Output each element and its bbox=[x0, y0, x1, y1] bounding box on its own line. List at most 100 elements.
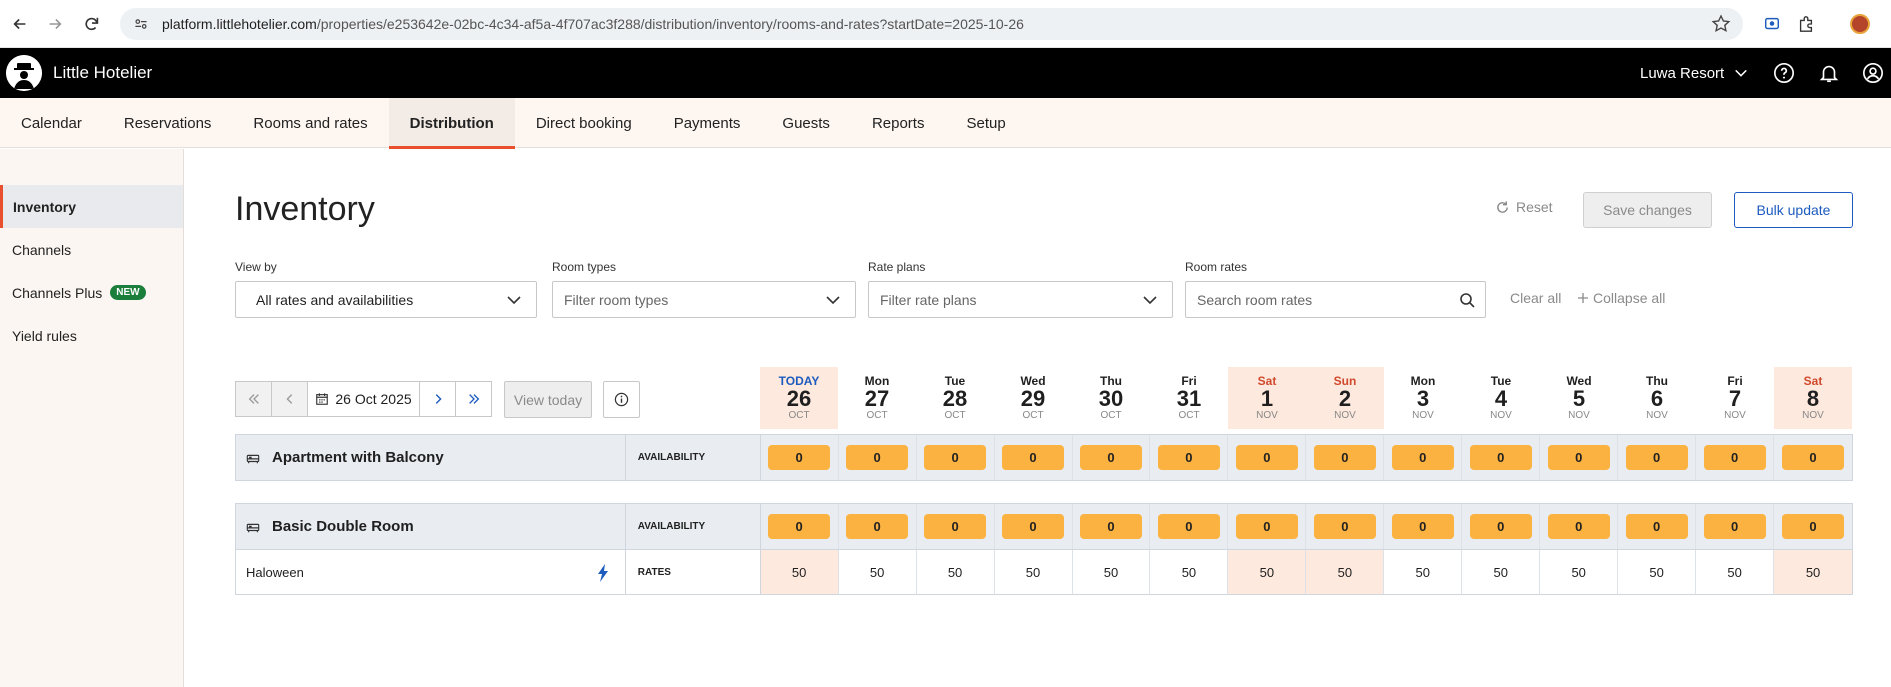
bookmark-star-icon[interactable] bbox=[1711, 14, 1731, 34]
lightning-bolt-icon[interactable] bbox=[597, 564, 609, 582]
tab-direct-booking[interactable]: Direct booking bbox=[515, 98, 653, 148]
reload-icon[interactable] bbox=[75, 7, 109, 41]
rate-cell[interactable]: 50 bbox=[916, 550, 995, 594]
availability-pill[interactable]: 0 bbox=[846, 514, 909, 539]
tab-reports[interactable]: Reports bbox=[851, 98, 946, 148]
rate-cell[interactable]: 50 bbox=[1306, 550, 1385, 594]
day-number: 26 bbox=[786, 386, 812, 411]
sidebar-item-channels[interactable]: Channels bbox=[0, 228, 183, 271]
availability-pill[interactable]: 0 bbox=[1235, 514, 1298, 539]
rate-cell[interactable]: 50 bbox=[1462, 550, 1541, 594]
availability-pill[interactable]: 0 bbox=[1547, 514, 1610, 539]
rate-cell[interactable]: 50 bbox=[1696, 550, 1775, 594]
tab-guests[interactable]: Guests bbox=[761, 98, 851, 148]
rate-cell[interactable]: 50 bbox=[994, 550, 1073, 594]
availability-pill[interactable]: 0 bbox=[1625, 445, 1688, 470]
search-icon[interactable] bbox=[1459, 292, 1475, 308]
availability-pill[interactable]: 0 bbox=[1079, 514, 1142, 539]
rate-cell[interactable]: 50 bbox=[1384, 550, 1463, 594]
availability-pill[interactable]: 0 bbox=[1079, 445, 1142, 470]
availability-pill[interactable]: 0 bbox=[1391, 514, 1454, 539]
room-name-cell[interactable]: Apartment with Balcony bbox=[236, 435, 626, 480]
clear-all-link[interactable]: Clear all bbox=[1510, 290, 1561, 306]
tab-rooms-and-rates[interactable]: Rooms and rates bbox=[232, 98, 388, 148]
availability-pill[interactable]: 0 bbox=[1002, 514, 1065, 539]
availability-pill[interactable]: 0 bbox=[1313, 514, 1376, 539]
notifications-bell-icon[interactable] bbox=[1817, 61, 1841, 85]
rate-cell[interactable]: 50 bbox=[760, 550, 839, 594]
forward-icon[interactable] bbox=[38, 7, 72, 41]
info-button[interactable] bbox=[603, 381, 640, 418]
availability-pill[interactable]: 0 bbox=[1002, 445, 1065, 470]
view-by-select[interactable]: All rates and availabilities bbox=[235, 281, 537, 318]
availability-pill[interactable]: 0 bbox=[924, 514, 987, 539]
address-bar[interactable]: platform.littlehotelier.com/properties/e… bbox=[120, 8, 1743, 40]
availability-pill[interactable]: 0 bbox=[1157, 514, 1220, 539]
collapse-all-link[interactable]: Collapse all bbox=[1577, 290, 1665, 306]
room-rates-search[interactable] bbox=[1185, 281, 1486, 318]
next-day-button[interactable] bbox=[419, 381, 456, 417]
sidebar-item-channels-plus[interactable]: Channels Plus NEW bbox=[0, 271, 183, 314]
rate-plans-select[interactable]: Filter rate plans bbox=[868, 281, 1173, 318]
rate-cell[interactable]: 50 bbox=[1150, 550, 1229, 594]
save-changes-button[interactable]: Save changes bbox=[1583, 192, 1712, 228]
availability-pill[interactable]: 0 bbox=[1157, 445, 1220, 470]
rate-cell[interactable]: 50 bbox=[1774, 550, 1853, 594]
sidebar-item-yield-rules[interactable]: Yield rules bbox=[0, 314, 183, 357]
availability-pill[interactable]: 0 bbox=[1469, 514, 1532, 539]
profile-avatar[interactable] bbox=[1846, 10, 1874, 38]
tab-distribution[interactable]: Distribution bbox=[388, 98, 515, 149]
view-today-button[interactable]: View today bbox=[504, 381, 592, 418]
help-icon[interactable] bbox=[1772, 61, 1796, 85]
new-badge: NEW bbox=[110, 285, 146, 300]
tab-calendar[interactable]: Calendar bbox=[0, 98, 103, 148]
day-number: 3 bbox=[1416, 386, 1430, 411]
rate-cell[interactable]: 50 bbox=[1072, 550, 1151, 594]
rate-name-cell[interactable]: Haloween bbox=[236, 550, 626, 594]
back-icon[interactable] bbox=[3, 7, 37, 41]
view-by-value: All rates and availabilities bbox=[256, 291, 414, 308]
previous-day-button[interactable] bbox=[271, 381, 308, 417]
reset-button[interactable]: Reset bbox=[1495, 199, 1553, 215]
rate-cell[interactable]: 50 bbox=[1540, 550, 1619, 594]
availability-pill[interactable]: 0 bbox=[1782, 445, 1845, 470]
date-column-header: Fri 7 NOV bbox=[1696, 367, 1774, 429]
tab-setup[interactable]: Setup bbox=[945, 98, 1026, 148]
rate-cell[interactable]: 50 bbox=[838, 550, 917, 594]
user-account-icon[interactable] bbox=[1861, 61, 1885, 85]
property-selector[interactable]: Luwa Resort bbox=[1640, 48, 1748, 98]
availability-pill[interactable]: 0 bbox=[768, 445, 831, 470]
rate-cell[interactable]: 50 bbox=[1618, 550, 1697, 594]
availability-pill[interactable]: 0 bbox=[1703, 445, 1766, 470]
day-number: 28 bbox=[942, 386, 968, 411]
extension-icon[interactable] bbox=[1758, 10, 1786, 38]
availability-pill[interactable]: 0 bbox=[1235, 445, 1298, 470]
availability-pill[interactable]: 0 bbox=[1313, 445, 1376, 470]
availability-pill[interactable]: 0 bbox=[846, 445, 909, 470]
room-types-select[interactable]: Filter room types bbox=[552, 281, 856, 318]
search-input[interactable] bbox=[1197, 291, 1447, 308]
room-name-cell[interactable]: Basic Double Room bbox=[236, 504, 626, 549]
rate-cell[interactable]: 50 bbox=[1228, 550, 1307, 594]
tab-payments[interactable]: Payments bbox=[653, 98, 762, 148]
sidebar-item-inventory[interactable]: Inventory bbox=[0, 185, 183, 228]
availability-pill[interactable]: 0 bbox=[1391, 445, 1454, 470]
availability-pill[interactable]: 0 bbox=[1547, 445, 1610, 470]
date-picker[interactable]: 26 Oct 2025 bbox=[307, 381, 420, 417]
tab-reservations[interactable]: Reservations bbox=[103, 98, 233, 148]
bulk-update-button[interactable]: Bulk update bbox=[1734, 192, 1853, 228]
availability-pill[interactable]: 0 bbox=[1703, 514, 1766, 539]
extensions-puzzle-icon[interactable] bbox=[1792, 10, 1820, 38]
date-column-header: Sat 8 NOV bbox=[1774, 367, 1852, 429]
jump-forward-button[interactable] bbox=[455, 381, 492, 417]
jump-back-button[interactable] bbox=[235, 381, 272, 417]
availability-pill[interactable]: 0 bbox=[924, 445, 987, 470]
availability-pill[interactable]: 0 bbox=[1782, 514, 1845, 539]
logo[interactable] bbox=[6, 55, 42, 91]
site-settings-icon[interactable] bbox=[130, 13, 152, 35]
availability-pill[interactable]: 0 bbox=[768, 514, 831, 539]
availability-pill[interactable]: 0 bbox=[1469, 445, 1532, 470]
rate-name: Haloween bbox=[246, 564, 304, 580]
availability-pill[interactable]: 0 bbox=[1625, 514, 1688, 539]
app-title: Little Hotelier bbox=[53, 63, 153, 82]
